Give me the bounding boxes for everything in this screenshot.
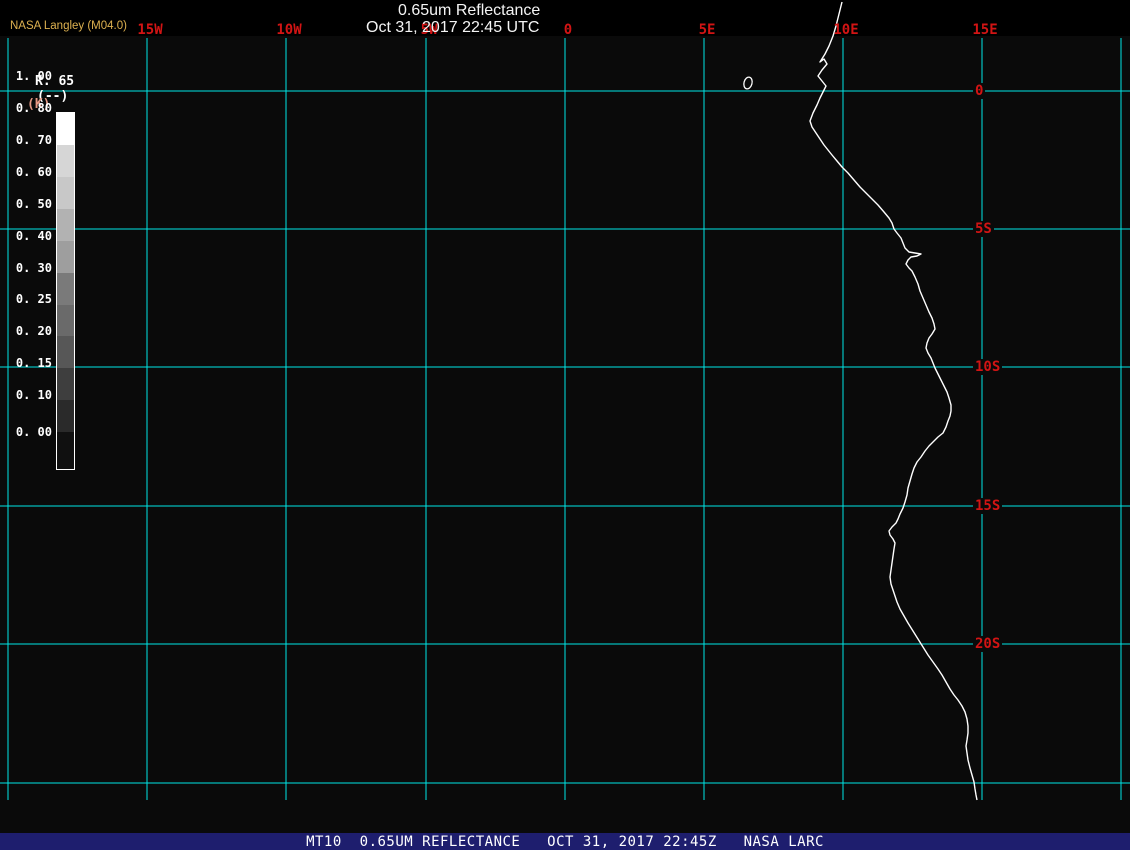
colorbar-tick-0.80: 0. 80 (15, 101, 52, 115)
map-canvas (0, 1, 1130, 801)
lon-label-10E: 10E (833, 22, 859, 38)
timestamp-label: Oct 31, 2017 22:45 UTC (366, 19, 540, 36)
colorbar: R. 65 (--) (K) 1. 00 0. 80 0. 70 0. 60 0. 50… (0, 36, 100, 470)
colorbar-tick-0.50: 0. 50 (15, 197, 52, 211)
lon-label-15W: 15W (137, 22, 163, 38)
colorbar-segment (57, 400, 74, 432)
lon-label-5E: 5E (698, 22, 716, 38)
island-outline (743, 76, 753, 90)
colorbar-segment (57, 432, 74, 469)
satellite-image-viewer: NASA Langley (M04.0) 0.65um Reflectance … (0, 0, 1130, 850)
colorbar-segment (57, 241, 74, 273)
colorbar-segment (57, 273, 74, 305)
lon-label-0: 0 (563, 22, 573, 38)
colorbar-tick-0.40: 0. 40 (15, 229, 52, 243)
lat-label-5S: 5S (973, 221, 994, 237)
lat-label-10S: 10S (973, 359, 1003, 375)
page-title: 0.65um Reflectance (398, 2, 541, 19)
colorbar-tick-0.30: 0. 30 (15, 261, 52, 275)
colorbar-segment (57, 305, 74, 336)
colorbar-tick-0.15: 0. 15 (15, 356, 52, 370)
colorbar-tick-0.10: 0. 10 (15, 388, 52, 402)
lat-label-20S: 20S (973, 636, 1003, 652)
status-text: MT10 0.65UM REFLECTANCE OCT 31, 2017 22:… (306, 833, 824, 850)
status-bar: MT10 0.65UM REFLECTANCE OCT 31, 2017 22:… (0, 833, 1130, 850)
colorbar-tick-0.70: 0. 70 (15, 133, 52, 147)
colorbar-segment (57, 145, 74, 177)
lon-label-15E: 15E (972, 22, 998, 38)
coastline (809, 1, 978, 801)
colorbar-segment (57, 177, 74, 209)
colorbar-segment (57, 368, 74, 400)
lon-label-10W: 10W (276, 22, 302, 38)
lat-label-0: 0 (973, 83, 986, 99)
colorbar-gradient (56, 112, 75, 470)
colorbar-segment (57, 113, 74, 145)
colorbar-tick-0.60: 0. 60 (15, 165, 52, 179)
colorbar-tick-0.20: 0. 20 (15, 324, 52, 338)
credit-label: NASA Langley (M04.0) (10, 20, 127, 32)
colorbar-tick-0.00: 0. 00 (15, 425, 52, 439)
colorbar-segment (57, 336, 74, 368)
lat-label-15S: 15S (973, 498, 1003, 514)
colorbar-tick-1.00: 1. 00 (15, 69, 52, 83)
colorbar-segment (57, 209, 74, 241)
colorbar-tick-0.25: 0. 25 (15, 292, 52, 306)
